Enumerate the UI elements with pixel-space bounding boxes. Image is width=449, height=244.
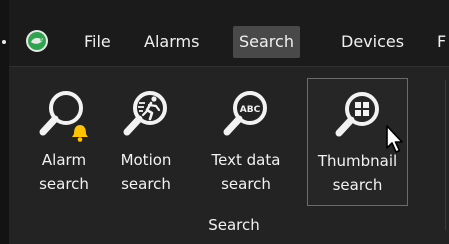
thumbnail-search-icon — [335, 92, 379, 137]
alarm-search-button[interactable]: Alarm search — [33, 78, 95, 206]
menu-alarms[interactable]: Alarms — [138, 26, 205, 58]
app-window: File Alarms Search Devices F Alarm searc… — [0, 0, 449, 244]
menu-devices[interactable]: Devices — [335, 26, 410, 58]
left-pane-marker — [2, 40, 6, 44]
menu-file[interactable]: File — [78, 26, 117, 58]
motion-search-icon — [123, 91, 167, 136]
motion-search-button[interactable]: Motion search — [107, 78, 185, 206]
ribbon-divider — [445, 80, 446, 230]
text-data-search-label: Text data search — [211, 151, 281, 193]
motion-search-label: Motion search — [120, 151, 172, 193]
ribbon-group-label: Search — [208, 216, 260, 234]
alarm-search-icon — [39, 91, 88, 142]
menu-overflow-item[interactable]: F — [431, 26, 449, 58]
menu-bar: File Alarms Search Devices F — [9, 0, 449, 66]
thumbnail-search-label: Thumbnail search — [317, 152, 398, 194]
text-data-search-button[interactable]: ABC Text data search — [196, 78, 296, 206]
mouse-cursor-icon — [386, 125, 403, 153]
menu-search[interactable]: Search — [233, 26, 300, 58]
milestone-logo-icon[interactable] — [25, 29, 49, 53]
svg-text:ABC: ABC — [240, 105, 261, 115]
alarm-search-label: Alarm search — [39, 151, 89, 193]
left-pane-edge — [0, 0, 9, 244]
text-data-search-icon: ABC — [223, 91, 267, 136]
